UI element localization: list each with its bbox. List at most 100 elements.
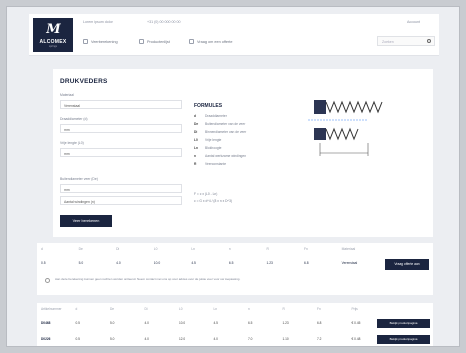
free-length-input[interactable]: mm xyxy=(60,148,182,157)
formula-item: De Buitendiameter van de veer xyxy=(194,122,245,126)
company-logo[interactable]: M ALCOMEX springs xyxy=(33,18,73,52)
table-cell: 6.8 xyxy=(317,321,322,325)
table-header: d xyxy=(75,307,78,311)
table-cell: D0226 xyxy=(41,337,51,341)
table-cell: 4.5 xyxy=(213,321,218,325)
table-row[interactable]: D0226 0.5 5.0 4.0 12.0 4.0 7.0 1.10 7.2 … xyxy=(37,337,382,341)
formula-note: c = G x d^4 / (8 x n x D^3) xyxy=(194,199,232,203)
table-cell: 7.0 xyxy=(248,337,253,341)
logo-tagline: springs xyxy=(48,45,58,48)
material-select[interactable]: Verenstaal xyxy=(60,100,182,109)
table-header: Fn xyxy=(317,307,321,311)
table-header-row: Artikelnummer d De Di L0 Ln n R Fn Prijs xyxy=(37,307,382,311)
document-icon xyxy=(189,39,194,44)
browser-frame: M ALCOMEX springs Lorem ipsum dolor +31 … xyxy=(6,6,460,347)
result-row: 0.5 5.0 4.0 10.0 4.5 6.5 1.23 6.8 Verens… xyxy=(37,261,433,265)
phone-link[interactable]: +31 (0) 00 000 00 00 xyxy=(147,20,180,24)
table-cell: 0.5 xyxy=(75,337,80,341)
formula-symbol: Di xyxy=(194,130,198,134)
table-cell: 1.10 xyxy=(282,337,289,341)
site-header: M ALCOMEX springs Lorem ipsum dolor +31 … xyxy=(29,14,439,56)
list-icon xyxy=(139,39,144,44)
request-quote-button[interactable]: Vraag offerte aan xyxy=(385,259,429,270)
formula-symbol: Ln xyxy=(194,146,199,150)
nav-item-quote[interactable]: Vraag om een offerte xyxy=(189,39,232,44)
spring-cap-top xyxy=(314,100,326,114)
table-cell: 6.5 xyxy=(248,321,253,325)
table-cell: 4.0 xyxy=(144,337,149,341)
table-row[interactable]: D0468 0.5 5.0 4.0 10.0 4.5 6.5 1.23 6.8 … xyxy=(37,321,382,325)
formula-item: Di Binnendiameter van de veer xyxy=(194,130,246,134)
nav-label: Productenlijst xyxy=(147,39,170,44)
formula-item: n Aantal werkzame windingen xyxy=(194,154,246,158)
info-icon xyxy=(45,278,50,283)
disclaimer-note: Aan deze berekening kunnen geen rechten … xyxy=(45,277,425,283)
result-header: Materiaal xyxy=(341,247,356,251)
result-header: Ln xyxy=(191,247,195,251)
formula-text: Binnendiameter van de veer xyxy=(205,130,247,134)
calculate-button[interactable]: Veer berekenen xyxy=(60,215,112,227)
formula-symbol: n xyxy=(194,154,197,158)
disclaimer-text: Aan deze berekening kunnen geen rechten … xyxy=(55,277,241,281)
account-link[interactable]: Account xyxy=(407,20,420,24)
formula-text: Draaddiameter xyxy=(205,114,227,118)
result-cell: 5.0 xyxy=(78,261,84,265)
formula-item: Ln Blokhoogte xyxy=(194,146,222,150)
view-product-button[interactable]: Bekijk productpagina xyxy=(377,335,430,344)
view-product-button[interactable]: Bekijk productpagina xyxy=(377,319,430,328)
table-cell: 10.0 xyxy=(179,321,186,325)
result-header-row: d De Di L0 Ln n R Fn Materiaal xyxy=(37,247,433,251)
outer-diameter-input[interactable]: mm xyxy=(60,184,182,193)
table-header: L0 xyxy=(179,307,183,311)
result-header: L0 xyxy=(153,247,158,251)
formula-text: Veerconstante xyxy=(205,162,227,166)
spring-coil-top xyxy=(325,100,383,114)
formula-symbol: R xyxy=(194,162,197,166)
nav-item-calc[interactable]: Veerberekening xyxy=(83,39,118,44)
table-header: Artikelnummer xyxy=(41,307,62,311)
table-header: Ln xyxy=(213,307,218,311)
formula-symbol: L0 xyxy=(194,138,198,142)
formula-text: Vrije lengte xyxy=(205,138,222,142)
table-cell: 5.0 xyxy=(110,337,115,341)
result-cell: 4.0 xyxy=(116,261,121,265)
table-header: R xyxy=(282,307,285,311)
result-cell: 6.5 xyxy=(228,261,234,265)
formulas-title: FORMULES xyxy=(194,103,223,109)
table-header: n xyxy=(248,307,250,311)
table-header: Di xyxy=(144,307,148,311)
table-cell: 12.0 xyxy=(179,337,186,341)
result-header: d xyxy=(41,247,43,251)
formula-item: d Draaddiameter xyxy=(194,114,227,118)
formula-note: F = c x (L0 - Ln) xyxy=(194,192,218,196)
table-header: Prijs xyxy=(351,307,358,311)
formula-item: R Veerconstante xyxy=(194,162,226,166)
formula-text: Buitendiameter van de veer xyxy=(205,122,246,126)
search-input[interactable]: Zoeken xyxy=(377,36,435,46)
spring-diagram xyxy=(308,100,383,156)
table-cell: 0.5 xyxy=(75,321,80,325)
table-cell: 1.23 xyxy=(282,321,289,325)
table-cell: 4.0 xyxy=(144,321,149,325)
result-cell: 10.0 xyxy=(153,261,161,265)
result-header: R xyxy=(266,247,269,251)
calculator-icon xyxy=(83,39,88,44)
result-header-spacer xyxy=(375,247,433,251)
spring-calculator: DRUKVEDERS Materiaal Verenstaal Draaddia… xyxy=(53,69,433,237)
result-cell: 0.5 xyxy=(41,261,46,265)
search-icon[interactable] xyxy=(427,39,431,43)
products-table: Artikelnummer d De Di L0 Ln n R Fn Prijs… xyxy=(37,303,433,346)
search-placeholder: Zoeken xyxy=(382,40,394,44)
outer-diameter-label: Buitendiameter veer (De) xyxy=(60,177,98,181)
nav-item-products[interactable]: Productenlijst xyxy=(139,39,170,44)
table-cell: 5.0 xyxy=(110,321,115,325)
coils-input[interactable]: Aantal windingen (n) xyxy=(60,196,182,205)
material-label: Materiaal xyxy=(60,93,74,97)
wire-diameter-label: Draaddiameter (d) xyxy=(60,117,88,121)
page-title: DRUKVEDERS xyxy=(60,78,108,85)
address-text: Lorem ipsum dolor xyxy=(83,20,113,24)
result-cell: 1.23 xyxy=(266,261,273,265)
wire-diameter-input[interactable]: mm xyxy=(60,124,182,133)
formula-text: Blokhoogte xyxy=(205,146,222,150)
spring-coil-bottom xyxy=(325,127,359,141)
